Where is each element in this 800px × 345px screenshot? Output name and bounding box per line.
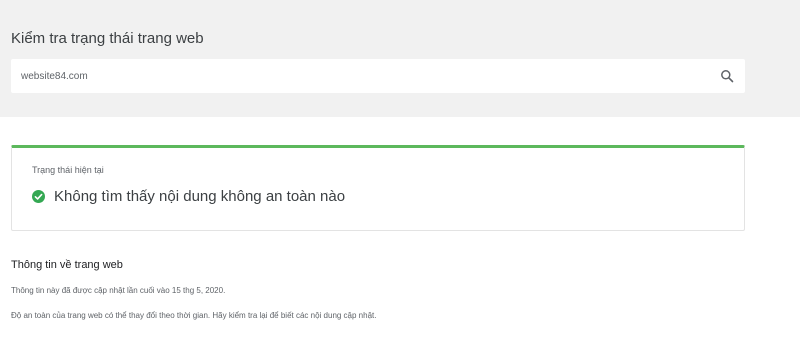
- last-updated-text: Thông tin này đã được cập nhật lần cuối …: [11, 286, 226, 295]
- check-circle-icon: [32, 190, 45, 203]
- status-card: Trạng thái hiện tại Không tìm thấy nội d…: [11, 145, 745, 231]
- site-info-heading: Thông tin về trang web: [11, 259, 123, 271]
- search-input[interactable]: [21, 66, 711, 86]
- search-panel: Kiểm tra trạng thái trang web: [0, 0, 800, 117]
- search-icon[interactable]: [720, 69, 734, 83]
- safety-note-text: Độ an toàn của trang web có thể thay đổi…: [11, 311, 377, 320]
- status-row: Không tìm thấy nội dung không an toàn nà…: [32, 188, 345, 205]
- status-label: Trạng thái hiện tại: [32, 165, 104, 175]
- page-title: Kiểm tra trạng thái trang web: [11, 30, 204, 47]
- search-box[interactable]: [11, 59, 745, 93]
- status-message: Không tìm thấy nội dung không an toàn nà…: [54, 188, 346, 205]
